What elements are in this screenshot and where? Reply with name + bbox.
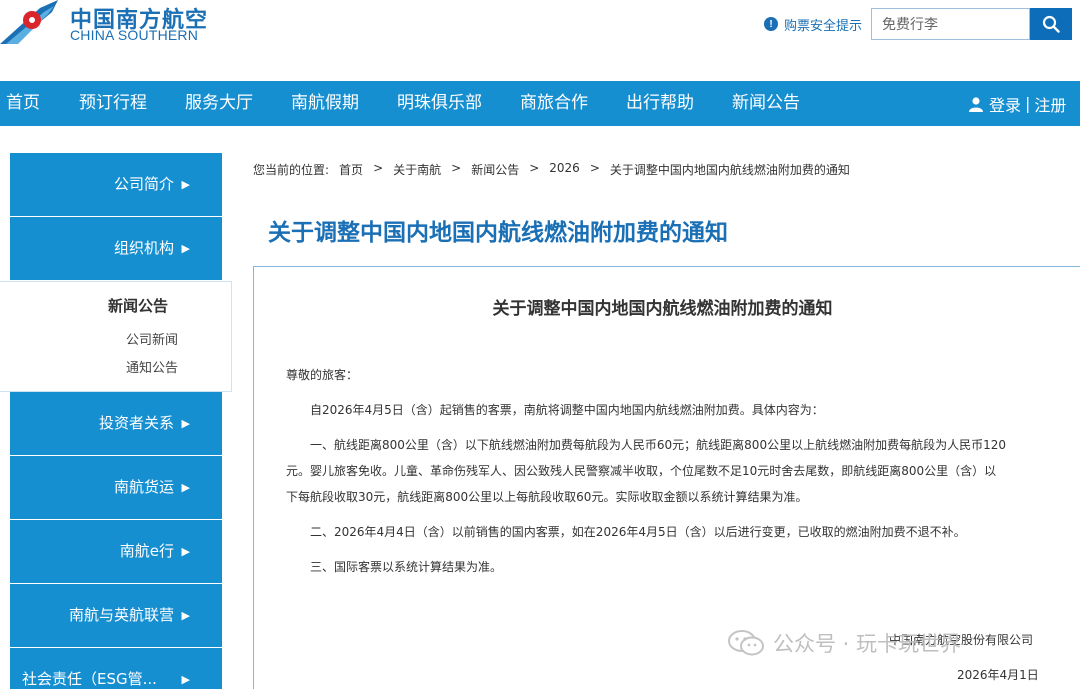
triangle-right-icon: ▶	[181, 417, 190, 430]
breadcrumb-news[interactable]: 新闻公告	[471, 161, 519, 178]
logo[interactable]: 中国南方航空 CHINA SOUTHERN	[0, 0, 210, 50]
sidebar-item-esg[interactable]: 社会责任（ESG管... ▶	[10, 648, 222, 689]
sidebar-item-organization[interactable]: 组织机构 ▶	[10, 217, 222, 280]
safety-tip-link[interactable]: ! 购票安全提示	[764, 15, 863, 34]
breadcrumb-separator: >	[451, 161, 462, 175]
article-paragraph-1-line-2: 元。婴儿旅客免收。儿童、革命伤残军人、因公致残人民警察减半收取，个位尾数不足10…	[286, 464, 997, 478]
page-title: 关于调整中国内地国内航线燃油附加费的通知	[268, 220, 728, 246]
brand-name-en: CHINA SOUTHERN	[70, 27, 199, 43]
breadcrumb: 您当前的位置: 首页 > 关于南航 > 新闻公告 > 2026 > 关于调整中国…	[253, 161, 860, 178]
login-divider: |	[1025, 94, 1031, 113]
sidebar-subitem-company-news[interactable]: 公司新闻	[126, 329, 178, 348]
sidebar-item-company-profile[interactable]: 公司简介 ▶	[10, 153, 222, 216]
breadcrumb-current: 关于调整中国内地国内航线燃油附加费的通知	[609, 163, 850, 177]
search-input-value: 免费行李	[882, 17, 938, 33]
triangle-right-icon: ▶	[181, 178, 190, 191]
main-nav: 首页 预订行程 服务大厅 南航假期 明珠俱乐部 商旅合作 出行帮助 新闻公告 登…	[0, 81, 1080, 126]
nav-item-booking[interactable]: 预订行程	[79, 81, 147, 126]
kapok-logo-icon	[0, 0, 58, 44]
article-paragraph-3: 三、国际客票以系统计算结果为准。	[310, 560, 503, 574]
login-link[interactable]: 登录	[989, 92, 1021, 116]
sidebar-item-investor-relations[interactable]: 投资者关系 ▶	[10, 392, 222, 455]
nav-item-news[interactable]: 新闻公告	[732, 81, 800, 126]
article-date: 2026年4月1日	[957, 668, 1039, 682]
breadcrumb-year[interactable]: 2026	[549, 161, 580, 178]
info-icon: !	[764, 17, 778, 31]
sidebar-item-label: 南航货运	[113, 478, 174, 496]
breadcrumb-prefix: 您当前的位置:	[253, 163, 330, 177]
user-icon	[969, 96, 983, 112]
login-area: 登录 | 注册	[968, 81, 1066, 126]
sidebar-item-cargo[interactable]: 南航货运 ▶	[10, 456, 222, 519]
breadcrumb-about[interactable]: 关于南航	[393, 161, 441, 178]
sidebar-item-label: 组织机构	[113, 239, 174, 257]
search-button[interactable]	[1030, 8, 1072, 40]
sidebar-item-news-active: 新闻公告 公司新闻 通知公告	[0, 281, 232, 392]
article-title: 关于调整中国内地国内航线燃油附加费的通知	[492, 299, 833, 319]
watermark: 公众号 · 玩卡玩世界	[727, 628, 961, 658]
breadcrumb-separator: >	[589, 161, 600, 175]
breadcrumb-separator: >	[529, 161, 540, 175]
site-header: 中国南方航空 CHINA SOUTHERN ! 购票安全提示 免费行李	[0, 0, 1080, 80]
sidebar-item-label: 社会责任（ESG管...	[22, 670, 157, 688]
article-panel: 关于调整中国内地国内航线燃油附加费的通知 尊敬的旅客： 自2026年4月5日（含…	[253, 266, 1080, 689]
sidebar-item-news[interactable]: 新闻公告	[108, 295, 168, 316]
triangle-right-icon: ▶	[181, 545, 190, 558]
nav-item-help[interactable]: 出行帮助	[626, 81, 694, 126]
breadcrumb-separator: >	[373, 161, 384, 175]
breadcrumb-home[interactable]: 首页	[339, 161, 363, 178]
register-link[interactable]: 注册	[1034, 92, 1066, 116]
triangle-right-icon: ▶	[181, 609, 190, 622]
nav-item-home[interactable]: 首页	[6, 81, 40, 126]
safety-tip-label: 购票安全提示	[784, 18, 863, 34]
triangle-right-icon: ▶	[181, 481, 190, 494]
sidebar-item-label: 南航e行	[119, 542, 174, 560]
watermark-text: 公众号 · 玩卡玩世界	[773, 632, 962, 656]
wechat-icon	[728, 630, 764, 656]
sidebar-item-ba-jv[interactable]: 南航与英航联营 ▶	[10, 584, 222, 647]
sidebar-item-e-travel[interactable]: 南航e行 ▶	[10, 520, 222, 583]
article-greeting: 尊敬的旅客：	[286, 368, 359, 382]
article-paragraph-1-line-1: 一、航线距离800公里（含）以下航线燃油附加费每航段为人民币60元；航线距离80…	[310, 438, 1006, 452]
nav-item-service[interactable]: 服务大厅	[185, 81, 253, 126]
triangle-right-icon: ▶	[181, 242, 190, 255]
article-paragraph-2: 二、2026年4月4日（含）以前销售的国内客票，如在2026年4月5日（含）以后…	[310, 525, 966, 539]
triangle-right-icon: ▶	[181, 673, 190, 686]
nav-item-pearl-club[interactable]: 明珠俱乐部	[397, 81, 482, 126]
search-input[interactable]: 免费行李	[871, 8, 1030, 40]
article-paragraph-1-line-3: 下每航段收取30元，航线距离800公里以上每航段收取60元。实际收取金额以系统计…	[286, 490, 808, 504]
sidebar-item-label: 公司简介	[113, 175, 174, 193]
sidebar-item-label: 南航与英航联营	[68, 606, 174, 624]
sidebar-item-label: 投资者关系	[98, 414, 174, 432]
sidebar-subitem-notices[interactable]: 通知公告	[126, 357, 178, 376]
nav-item-holiday[interactable]: 南航假期	[291, 81, 359, 126]
sidebar: 公司简介 ▶ 组织机构 ▶ 新闻公告 公司新闻 通知公告 投资者关系 ▶ 南航货运 ▶ …	[0, 153, 232, 689]
article-intro: 自2026年4月5日（含）起销售的客票，南航将调整中国内地国内航线燃油附加费。具…	[310, 403, 824, 417]
nav-item-business[interactable]: 商旅合作	[520, 81, 588, 126]
search-icon	[1042, 15, 1060, 33]
